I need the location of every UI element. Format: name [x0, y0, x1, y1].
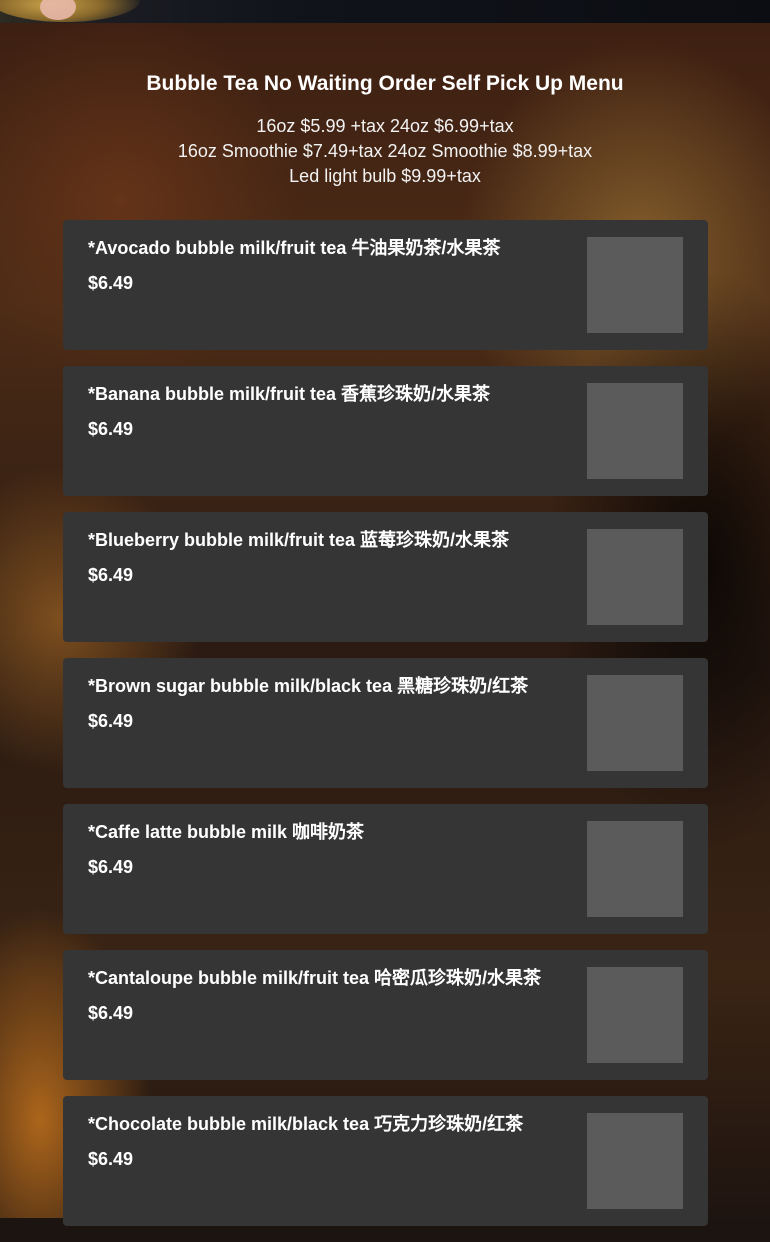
- menu-item-price: $6.49: [88, 273, 134, 293]
- menu-item-price: $6.49: [88, 565, 134, 585]
- menu-item-card[interactable]: *Brown sugar bubble milk/black tea 黑糖珍珠奶…: [63, 658, 708, 788]
- menu-item-name: *Avocado bubble milk/fruit tea 牛油果奶茶/水果茶: [88, 238, 501, 258]
- description-line: Led light bulb $9.99+tax: [289, 166, 481, 186]
- menu-item-name: *Cantaloupe bubble milk/fruit tea 哈密瓜珍珠奶…: [88, 968, 542, 988]
- menu-item-card[interactable]: *Chocolate bubble milk/black tea 巧克力珍珠奶/…: [63, 1096, 708, 1226]
- menu-item-image-placeholder: [587, 821, 683, 917]
- menu-item-card[interactable]: *Banana bubble milk/fruit tea 香蕉珍珠奶/水果茶 …: [63, 366, 708, 496]
- description-line: 16oz $5.99 +tax 24oz $6.99+tax: [256, 116, 514, 136]
- menu-header: Bubble Tea No Waiting Order Self Pick Up…: [0, 68, 770, 189]
- menu-item-price: $6.49: [88, 1003, 134, 1023]
- menu-item-price: $6.49: [88, 1149, 134, 1169]
- menu-item-card[interactable]: *Avocado bubble milk/fruit tea 牛油果奶茶/水果茶…: [63, 220, 708, 350]
- description-line: 16oz Smoothie $7.49+tax 24oz Smoothie $8…: [177, 141, 593, 161]
- menu-item-name: *Banana bubble milk/fruit tea 香蕉珍珠奶/水果茶: [88, 384, 491, 404]
- menu-item-card[interactable]: *Blueberry bubble milk/fruit tea 蓝莓珍珠奶/水…: [63, 512, 708, 642]
- menu-item-list: *Avocado bubble milk/fruit tea 牛油果奶茶/水果茶…: [63, 220, 708, 1242]
- menu-item-name: *Brown sugar bubble milk/black tea 黑糖珍珠奶…: [88, 676, 529, 696]
- menu-item-image-placeholder: [587, 529, 683, 625]
- menu-description: 16oz $5.99 +tax 24oz $6.99+tax 16oz Smoo…: [0, 114, 770, 189]
- menu-item-image-placeholder: [587, 675, 683, 771]
- menu-item-image-placeholder: [587, 383, 683, 479]
- menu-item-name: *Caffe latte bubble milk 咖啡奶茶: [88, 822, 365, 842]
- page-title: Bubble Tea No Waiting Order Self Pick Up…: [146, 72, 624, 95]
- menu-item-price: $6.49: [88, 419, 134, 439]
- menu-item-price: $6.49: [88, 711, 134, 731]
- menu-item-price: $6.49: [88, 857, 134, 877]
- menu-item-image-placeholder: [587, 237, 683, 333]
- menu-item-name: *Blueberry bubble milk/fruit tea 蓝莓珍珠奶/水…: [88, 530, 510, 550]
- menu-item-name: *Chocolate bubble milk/black tea 巧克力珍珠奶/…: [88, 1114, 524, 1134]
- menu-item-image-placeholder: [587, 967, 683, 1063]
- menu-item-card[interactable]: *Caffe latte bubble milk 咖啡奶茶 $6.49: [63, 804, 708, 934]
- hero-image-bottom-edge: [0, 0, 770, 23]
- menu-item-image-placeholder: [587, 1113, 683, 1209]
- menu-item-card[interactable]: *Cantaloupe bubble milk/fruit tea 哈密瓜珍珠奶…: [63, 950, 708, 1080]
